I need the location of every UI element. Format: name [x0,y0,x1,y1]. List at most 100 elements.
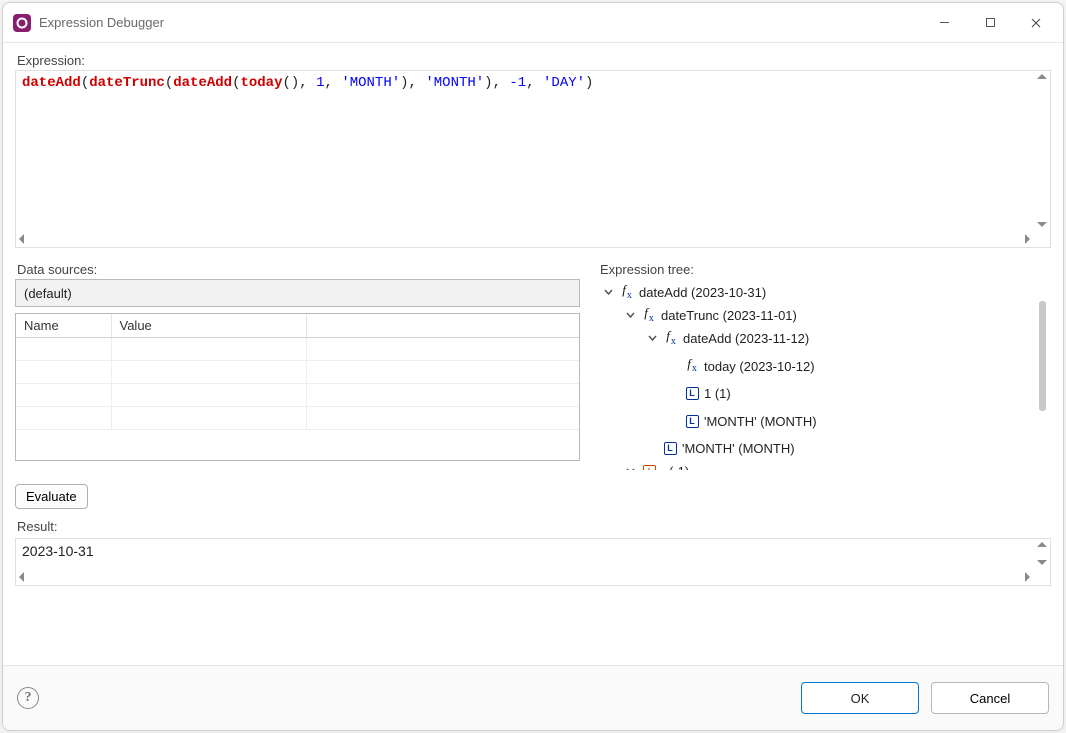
scroll-down-icon[interactable] [1037,222,1047,227]
token-num: -1 [509,75,526,91]
token-num: 1 [316,75,324,91]
window-root: Expression Debugger Expression: dateAdd(… [2,2,1064,731]
expression-editor[interactable]: dateAdd(dateTrunc(dateAdd(today(), 1, 'M… [16,71,1033,230]
expression-label: Expression: [17,53,1051,68]
table-cell[interactable] [306,338,579,361]
token-pn: , [526,75,543,91]
tree-node-label: dateTrunc (2023-11-01) [661,304,797,327]
footer: ? OK Cancel [3,665,1063,730]
tree-node[interactable]: fxdateAdd (2023-10-31) [602,281,766,304]
middle-panels: Data sources: (default) NameValue Expres… [15,260,1051,470]
table-cell[interactable] [16,361,111,384]
tree-node-label: 'MONTH' (MONTH) [682,437,795,460]
tree-node[interactable]: L'MONTH' (MONTH) [602,410,817,433]
tree-node[interactable]: L1 (1) [602,382,731,405]
table-row[interactable] [16,384,579,407]
result-hscroll[interactable] [16,568,1050,585]
table-cell[interactable] [111,361,306,384]
data-sources-panel: Data sources: (default) NameValue [15,260,580,470]
tree-node[interactable]: + - (-1) [602,460,689,470]
operator-icon: + [641,464,657,471]
function-icon: fx [684,358,700,374]
tree-toggle-icon[interactable] [624,466,636,471]
table-cell[interactable] [111,407,306,430]
tree-node-label: - (-1) [661,460,689,470]
scroll-down-icon[interactable] [1037,560,1047,565]
app-icon [13,14,31,32]
table-cell[interactable] [306,361,579,384]
column-header[interactable] [306,314,579,338]
expression-tree-panel: Expression tree: fxdateAdd (2023-10-31)f… [598,260,1051,470]
data-source-selected: (default) [24,286,72,301]
table-cell[interactable] [306,384,579,407]
token-func: dateTrunc [89,75,165,91]
table-cell[interactable] [306,407,579,430]
token-pn: () [282,75,299,91]
tree-node-label: 'MONTH' (MONTH) [704,410,817,433]
expression-vscroll[interactable] [1033,71,1050,230]
close-button[interactable] [1013,7,1059,39]
result-label: Result: [17,519,1051,534]
window-title: Expression Debugger [39,15,164,30]
expression-box: dateAdd(dateTrunc(dateAdd(today(), 1, 'M… [15,70,1051,248]
tree-node[interactable]: fxdateTrunc (2023-11-01) [602,304,797,327]
token-func: dateAdd [22,75,81,91]
token-pn: , [299,75,316,91]
scroll-right-icon[interactable] [1025,234,1030,244]
column-header[interactable]: Name [16,314,111,338]
table-cell[interactable] [111,384,306,407]
token-str: 'DAY' [543,75,585,91]
help-icon[interactable]: ? [17,687,39,709]
token-func: today [240,75,282,91]
data-sources-table[interactable]: NameValue [15,313,580,461]
tree-node[interactable]: L'MONTH' (MONTH) [602,437,795,460]
function-icon: fx [663,331,679,347]
minimize-button[interactable] [921,7,967,39]
scroll-left-icon[interactable] [19,572,24,582]
token-pn: ) [400,75,408,91]
result-vscroll[interactable] [1033,539,1050,568]
ok-button[interactable]: OK [801,682,919,714]
tree-node[interactable]: fxdateAdd (2023-11-12) [602,327,809,350]
scroll-up-icon[interactable] [1037,74,1047,79]
tree-scroll-thumb[interactable] [1039,301,1046,411]
evaluate-button[interactable]: Evaluate [15,484,88,509]
scroll-up-icon[interactable] [1037,542,1047,547]
table-row[interactable] [16,361,579,384]
literal-icon: L [662,441,678,457]
table-row[interactable] [16,407,579,430]
table-row[interactable] [16,338,579,361]
token-pn: , [493,75,510,91]
expression-hscroll[interactable] [16,230,1050,247]
tree-scrollbar[interactable] [1034,279,1051,470]
token-str: 'MONTH' [425,75,484,91]
result-box: 2023-10-31 [15,538,1051,586]
token-pn: ( [81,75,89,91]
token-pn: ) [585,75,593,91]
token-pn: , [409,75,426,91]
token-pn: ) [484,75,492,91]
tree-toggle-icon[interactable] [624,310,636,322]
column-header[interactable]: Value [111,314,306,338]
titlebar: Expression Debugger [3,3,1063,43]
tree-toggle-icon[interactable] [646,333,658,345]
maximize-button[interactable] [967,7,1013,39]
literal-icon: L [684,386,700,402]
tree-toggle-icon[interactable] [602,287,614,299]
token-str: 'MONTH' [341,75,400,91]
expression-tree[interactable]: fxdateAdd (2023-10-31)fxdateTrunc (2023-… [598,279,1034,470]
scroll-right-icon[interactable] [1025,572,1030,582]
scroll-left-icon[interactable] [19,234,24,244]
table-cell[interactable] [16,384,111,407]
tree-node[interactable]: fxtoday (2023-10-12) [602,355,815,378]
expression-tree-label: Expression tree: [600,262,1051,277]
cancel-button[interactable]: Cancel [931,682,1049,714]
tree-node-label: 1 (1) [704,382,731,405]
function-icon: fx [619,285,635,301]
table-cell[interactable] [16,407,111,430]
table-cell[interactable] [16,338,111,361]
content-area: Expression: dateAdd(dateTrunc(dateAdd(to… [3,43,1063,665]
data-source-selector[interactable]: (default) [15,279,580,307]
table-cell[interactable] [111,338,306,361]
result-value[interactable]: 2023-10-31 [16,539,1033,568]
